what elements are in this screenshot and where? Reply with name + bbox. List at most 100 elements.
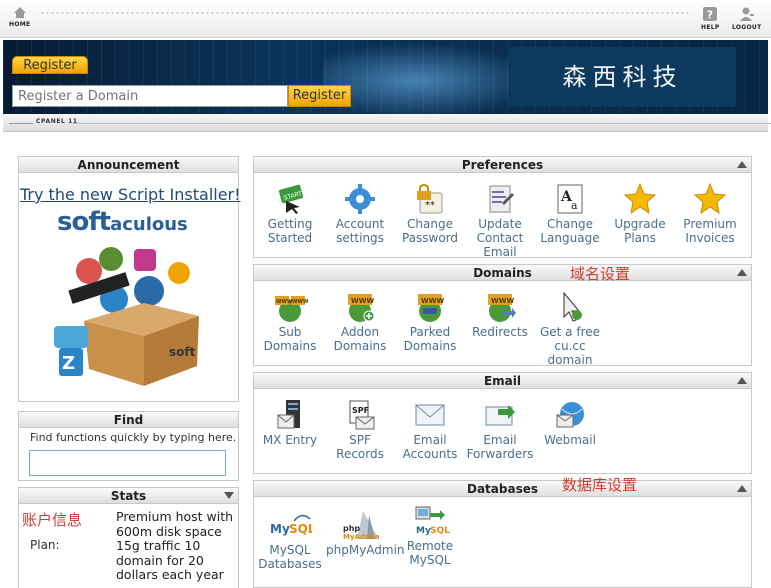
help-link[interactable]: ? HELP [701, 6, 720, 31]
home-label: HOME [9, 21, 31, 28]
collapse-arrow-icon[interactable] [224, 492, 234, 499]
parked-domains-item[interactable]: WWW Parked Domains [395, 291, 465, 353]
server-icon [277, 400, 300, 429]
cursor-icon [563, 291, 582, 322]
help-label: HELP [701, 24, 720, 31]
svg-text:WWW: WWW [351, 297, 374, 305]
svg-text:a: a [571, 199, 578, 212]
www-add-icon: WWW [348, 294, 375, 322]
svg-text:SQL: SQL [289, 522, 312, 536]
email-panel: Email MX Entry SPF SPF Records Email Acc… [253, 372, 752, 474]
collapse-arrow-icon[interactable] [737, 485, 747, 492]
find-title: Find [19, 412, 238, 428]
home-link[interactable]: HOME [9, 6, 30, 28]
preferences-header[interactable]: Preferences [254, 157, 751, 173]
top-bar: HOME ? HELP LOGOUT [0, 0, 771, 38]
webmail-item[interactable]: Webmail [535, 399, 605, 447]
domain-search-input[interactable] [12, 85, 288, 107]
svg-text:WWW: WWW [491, 297, 514, 305]
email-accounts-item[interactable]: Email Accounts [395, 399, 465, 461]
softaculous-box-illustration: soft Z [54, 247, 199, 386]
www-icon: WWW WWW [275, 296, 309, 322]
svg-text:My: My [270, 522, 290, 536]
brand-title: 森西科技 [509, 47, 736, 107]
start-icon: START [279, 184, 303, 214]
sub-domains-item[interactable]: WWW WWW Sub Domains [255, 291, 325, 353]
change-language-item[interactable]: Aa Change Language [535, 183, 605, 245]
www-redirect-icon: WWW [488, 294, 516, 322]
getting-started-item[interactable]: START Getting Started [255, 183, 325, 245]
gear-icon [345, 184, 375, 214]
stats-header[interactable]: Stats [19, 488, 238, 504]
language-icon: Aa [557, 184, 583, 214]
cpanel-strip: CPANEL 11 [3, 114, 771, 132]
databases-panel: Databases 数据库设置 My SQL MySQL Databases ph… [253, 476, 752, 588]
account-settings-item[interactable]: Account settings [325, 183, 395, 245]
remote-mysql-icon: My SQL [415, 506, 450, 536]
addon-domains-item[interactable]: WWW Addon Domains [325, 291, 395, 353]
email-forwarders-item[interactable]: Email Forwarders [465, 399, 535, 461]
logout-link[interactable]: LOGOUT [732, 6, 762, 31]
premium-invoices-item[interactable]: Premium Invoices [675, 182, 745, 245]
contact-icon [489, 185, 514, 213]
collapse-arrow-icon[interactable] [737, 269, 747, 276]
svg-text:SPF: SPF [352, 406, 369, 415]
plan-value: Premium host with 600m disk space 15g tr… [116, 509, 234, 582]
webmail-icon [556, 402, 584, 428]
mx-entry-item[interactable]: MX Entry [255, 399, 325, 447]
svg-text:soft: soft [169, 345, 196, 359]
domains-header[interactable]: Domains [254, 265, 751, 281]
change-password-item[interactable]: ** Change Password [395, 183, 465, 245]
plan-label: Plan: [30, 538, 60, 552]
top-bar-dots [40, 11, 691, 15]
redirects-item[interactable]: WWW Redirects [465, 291, 535, 339]
spf-records-item[interactable]: SPF SPF Records [325, 399, 395, 461]
upgrade-plans-item[interactable]: Upgrade Plans [605, 182, 675, 245]
star-icon [693, 182, 727, 215]
register-button[interactable]: Register [288, 85, 351, 107]
mysql-icon: My SQL [270, 514, 316, 536]
email-header[interactable]: Email [254, 373, 751, 389]
star-icon [623, 182, 657, 215]
domains-panel: Domains 域名设置 WWW WWW Sub Domains WWW Addo… [253, 264, 752, 367]
domains-title: Domains [473, 266, 532, 280]
remote-mysql-item[interactable]: My SQL Remote MySQL [395, 505, 465, 567]
update-contact-email-item[interactable]: Update Contact Email [465, 183, 535, 259]
find-input[interactable] [29, 450, 226, 476]
phpmyadmin-icon: phpMyAdmin [343, 511, 380, 541]
svg-text:My: My [416, 526, 431, 536]
svg-text:SQL: SQL [430, 526, 450, 536]
help-icon: ? [703, 7, 718, 22]
svg-text:**: ** [425, 200, 435, 211]
svg-text:WWW: WWW [421, 297, 444, 305]
svg-text:php: php [343, 524, 360, 533]
free-cu-cc-domain-item[interactable]: Get a free cu.cc domain [535, 291, 605, 367]
svg-text:WWW: WWW [276, 299, 293, 305]
cpanel-version-label: CPANEL 11 [36, 118, 78, 125]
script-installer-link[interactable]: Try the new Script Installer! [20, 185, 241, 204]
lock-icon: ** [417, 184, 443, 214]
register-tab[interactable]: Register [12, 56, 88, 74]
spf-icon: SPF [349, 400, 375, 430]
find-hint: Find functions quickly by typing here. [30, 431, 237, 444]
logout-icon [739, 7, 754, 21]
svg-text:MyAdmin: MyAdmin [343, 533, 380, 541]
announcement-title: Announcement [19, 157, 238, 173]
announcement-panel: Announcement Try the new Script Installe… [18, 156, 241, 402]
stats-annotation: 账户信息 [22, 511, 83, 529]
databases-header[interactable]: Databases [254, 481, 751, 497]
collapse-arrow-icon[interactable] [737, 161, 747, 168]
collapse-arrow-icon[interactable] [737, 377, 747, 384]
email-title: Email [483, 374, 522, 388]
header-banner: Register Register 森西科技 [3, 40, 768, 114]
preferences-panel: Preferences START Getting Started Accoun… [253, 156, 752, 259]
stats-panel: Stats 账户信息 Plan: Premium host with 600m … [18, 487, 239, 588]
phpmyadmin-item[interactable]: php MyAdmin phpMyAdmin [326, 509, 405, 557]
preferences-title: Preferences [461, 158, 544, 172]
mysql-databases-item[interactable]: My SQL MySQL Databases [255, 509, 325, 571]
find-panel: Find Find functions quickly by typing he… [18, 411, 239, 481]
envelope-icon [415, 404, 445, 426]
databases-title: Databases [466, 482, 538, 496]
databases-annotation: 数据库设置 [562, 476, 638, 494]
svg-text:?: ? [707, 9, 714, 22]
